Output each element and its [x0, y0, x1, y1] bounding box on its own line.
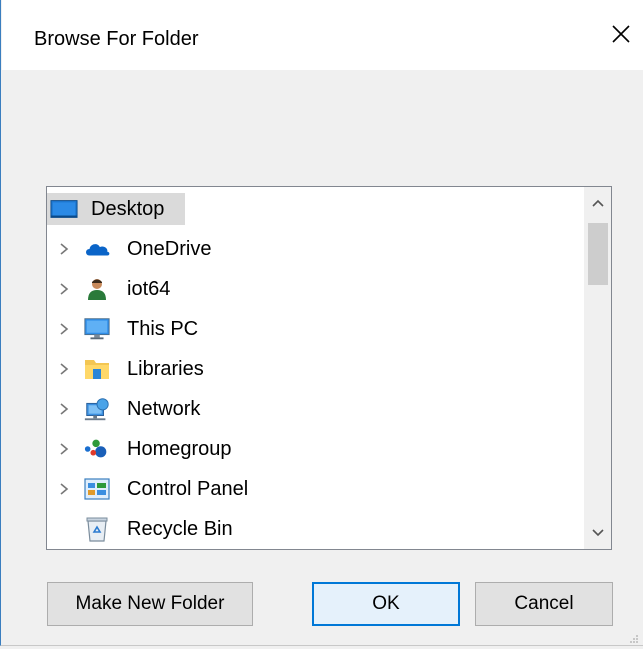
tree-item-label: Homegroup: [127, 438, 232, 460]
tree-item-label: OneDrive: [127, 238, 212, 260]
tree-item-label: Libraries: [127, 358, 204, 380]
folder-tree[interactable]: Desktop OneDrive iot64 This PC Libraries…: [46, 186, 612, 550]
chevron-right-icon[interactable]: [57, 281, 71, 297]
tree-item-iot64[interactable]: iot64: [47, 273, 587, 305]
tree-item-label: Desktop: [91, 198, 165, 220]
close-icon: [611, 24, 631, 49]
vertical-scrollbar[interactable]: [584, 187, 611, 549]
chevron-down-icon: [591, 525, 605, 543]
dialog-title: Browse For Folder: [34, 28, 199, 50]
tree-item-control-panel[interactable]: Control Panel: [47, 473, 587, 505]
ok-button[interactable]: OK: [312, 582, 460, 626]
chevron-right-icon[interactable]: [57, 321, 71, 337]
chevron-right-icon[interactable]: [57, 481, 71, 497]
tree-item-libraries[interactable]: Libraries: [47, 353, 587, 385]
this-pc-monitor-icon: [83, 317, 111, 341]
tree-item-this-pc[interactable]: This PC: [47, 313, 587, 345]
tree-item-recycle-bin[interactable]: Recycle Bin: [47, 513, 587, 545]
chevron-up-icon: [591, 195, 605, 213]
tree-item-label: Network: [127, 398, 201, 420]
browse-for-folder-dialog: Browse For Folder Desktop OneDrive iot64…: [0, 0, 643, 646]
tree-item-onedrive[interactable]: OneDrive: [47, 233, 587, 265]
tree-item-desktop[interactable]: Desktop: [47, 193, 587, 225]
chevron-right-icon[interactable]: [57, 361, 71, 377]
tree-item-label: Recycle Bin: [127, 518, 233, 540]
chevron-right-icon[interactable]: [57, 441, 71, 457]
chevron-right-icon[interactable]: [57, 241, 71, 257]
user-icon: [83, 277, 111, 301]
desktop-icon: [50, 197, 78, 221]
network-icon: [83, 397, 111, 421]
make-new-folder-button[interactable]: Make New Folder: [47, 582, 253, 626]
scrollbar-thumb[interactable]: [588, 223, 608, 285]
tree-item-network[interactable]: Network: [47, 393, 587, 425]
tree-item-label: Control Panel: [127, 478, 249, 500]
onedrive-cloud-icon: [83, 237, 111, 261]
title-bar: Browse For Folder: [2, 0, 643, 70]
chevron-right-icon[interactable]: [57, 401, 71, 417]
scroll-up-button[interactable]: [585, 191, 611, 217]
libraries-folder-icon: [83, 357, 111, 381]
tree-item-label: iot64: [127, 278, 171, 300]
tree-item-homegroup[interactable]: Homegroup: [47, 433, 587, 465]
scroll-down-button[interactable]: [585, 521, 611, 547]
tree-item-label: This PC: [127, 318, 199, 340]
cancel-button[interactable]: Cancel: [475, 582, 613, 626]
close-button[interactable]: [599, 14, 643, 58]
resize-grip-icon[interactable]: [629, 631, 639, 643]
homegroup-icon: [83, 437, 111, 461]
recycle-bin-icon: [83, 517, 111, 542]
control-panel-icon: [83, 477, 111, 501]
